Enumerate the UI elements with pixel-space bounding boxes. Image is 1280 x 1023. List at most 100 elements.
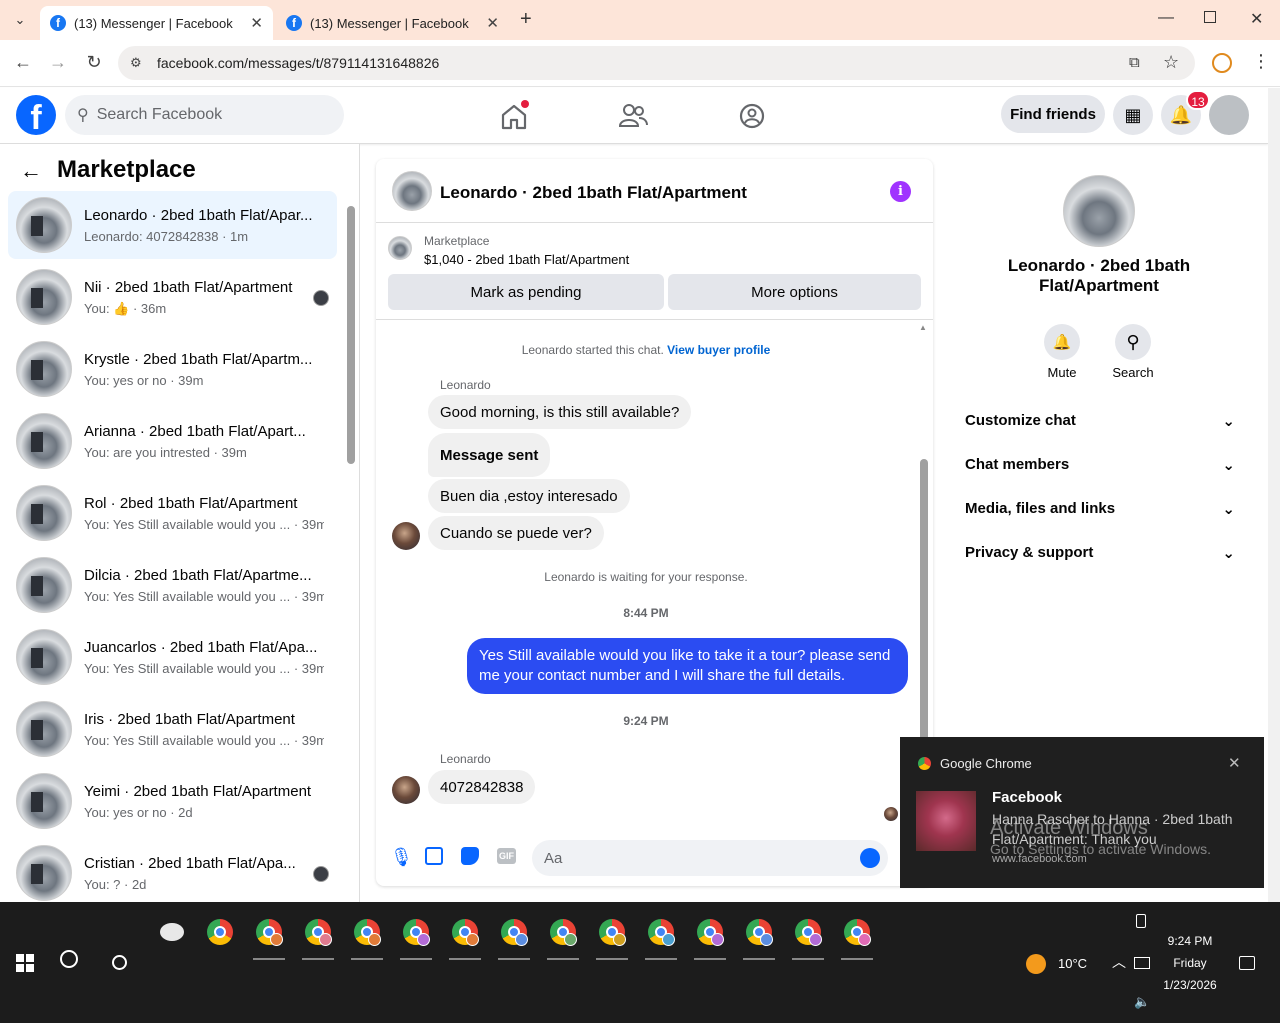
bookmark-star-icon[interactable]: ☆ bbox=[1163, 52, 1179, 73]
incoming-message[interactable]: Good morning, is this still available? bbox=[428, 395, 692, 429]
clock-date[interactable]: 1/23/2026 bbox=[1155, 978, 1225, 992]
chat-members-section[interactable]: Chat members ⌄ bbox=[965, 456, 1235, 474]
conversation-scrollbar[interactable] bbox=[346, 194, 355, 902]
incoming-message[interactable]: 4072842838 bbox=[428, 770, 536, 804]
conversation-item[interactable]: Leonardo · 2bed 1bath Flat/Apar... Leonar… bbox=[8, 191, 337, 259]
chrome-taskbar-icon[interactable] bbox=[347, 912, 387, 960]
weather-icon[interactable] bbox=[1026, 954, 1046, 974]
chrome-taskbar-icon[interactable] bbox=[739, 912, 779, 960]
address-bar[interactable]: ⚙ facebook.com/messages/t/87911413164882… bbox=[118, 46, 1195, 80]
scroll-up-icon[interactable]: ▲ bbox=[919, 323, 927, 332]
chrome-taskbar-icon[interactable] bbox=[788, 912, 828, 960]
browser-tab[interactable]: f (13) Messenger | Facebook ✕ bbox=[276, 6, 509, 40]
install-app-icon[interactable]: ⧉ bbox=[1129, 54, 1140, 71]
incoming-message[interactable]: Buen dia ,estoy interesado bbox=[428, 479, 630, 513]
chrome-taskbar-icon[interactable] bbox=[445, 912, 485, 960]
restore-window-icon[interactable] bbox=[1204, 11, 1216, 23]
listing-thumbnail[interactable] bbox=[388, 236, 412, 260]
clock-time[interactable]: 9:24 PM bbox=[1160, 934, 1220, 948]
weather-temperature[interactable]: 10°C bbox=[1058, 956, 1087, 971]
taskbar-search-icon[interactable] bbox=[60, 950, 78, 968]
incoming-message[interactable]: Message sent bbox=[428, 433, 551, 477]
action-center-icon[interactable] bbox=[1239, 956, 1255, 970]
show-hidden-icons[interactable]: ︿ bbox=[1112, 952, 1126, 972]
emoji-icon[interactable] bbox=[860, 848, 880, 868]
media-files-links-section[interactable]: Media, files and links ⌄ bbox=[965, 500, 1235, 518]
incoming-message[interactable]: Cuando se puede ver? bbox=[428, 516, 604, 550]
listing-title[interactable]: $1,040 - 2bed 1bath Flat/Apartment bbox=[424, 252, 629, 267]
notification-close-icon[interactable]: ✕ bbox=[1228, 754, 1241, 772]
conversation-item[interactable]: Arianna · 2bed 1bath Flat/Apart... You: a… bbox=[8, 407, 337, 475]
home-icon[interactable] bbox=[496, 98, 532, 134]
chrome-taskbar-icon[interactable] bbox=[396, 912, 436, 960]
conversation-item[interactable]: Juancarlos · 2bed 1bath Flat/Apa... You: … bbox=[8, 623, 337, 691]
browser-tab-active[interactable]: f (13) Messenger | Facebook ✕ bbox=[40, 6, 273, 40]
attach-photo-icon[interactable] bbox=[425, 847, 443, 865]
gif-icon[interactable]: GIF bbox=[497, 848, 516, 864]
chrome-taskbar-icon[interactable] bbox=[249, 912, 289, 960]
page-scrollbar[interactable] bbox=[1268, 88, 1280, 902]
network-icon[interactable] bbox=[1134, 957, 1150, 969]
groups-icon[interactable] bbox=[734, 98, 770, 134]
microphone-icon[interactable]: 🎙 bbox=[390, 847, 413, 868]
chrome-taskbar-icon[interactable] bbox=[494, 912, 534, 960]
view-buyer-profile-link[interactable]: View buyer profile bbox=[667, 343, 770, 357]
chat-title[interactable]: Leonardo · 2bed 1bath Flat/Apartment bbox=[440, 183, 747, 203]
close-tab-icon[interactable]: ✕ bbox=[486, 14, 499, 32]
chrome-taskbar-icon[interactable] bbox=[837, 912, 877, 960]
chrome-taskbar-icon[interactable] bbox=[543, 912, 583, 960]
info-icon[interactable]: i bbox=[890, 181, 911, 202]
close-window-icon[interactable]: ✕ bbox=[1250, 9, 1263, 29]
account-avatar[interactable] bbox=[1209, 95, 1249, 135]
clock-day[interactable]: Friday bbox=[1160, 956, 1220, 970]
conversation-item[interactable]: Dilcia · 2bed 1bath Flat/Apartme... You: … bbox=[8, 551, 337, 619]
site-info-icon[interactable]: ⚙ bbox=[130, 55, 142, 71]
close-tab-icon[interactable]: ✕ bbox=[250, 14, 263, 32]
outgoing-message[interactable]: Yes Still available would you like to ta… bbox=[467, 638, 908, 694]
volume-icon[interactable]: 🔈 bbox=[1134, 994, 1150, 1010]
chrome-notification[interactable]: Google Chrome ✕ Facebook Hanna Rascher t… bbox=[900, 737, 1264, 888]
conversation-item[interactable]: Krystle · 2bed 1bath Flat/Apartm... You: … bbox=[8, 335, 337, 403]
mute-bell-icon[interactable]: 🔔 bbox=[1044, 324, 1080, 360]
paint-app-icon[interactable] bbox=[152, 912, 192, 952]
conversation-item[interactable]: Yeimi · 2bed 1bath Flat/Apartment You: ye… bbox=[8, 767, 337, 835]
sticker-icon[interactable] bbox=[461, 847, 479, 865]
forward-icon[interactable]: → bbox=[47, 52, 69, 73]
reload-icon[interactable]: ↻ bbox=[83, 52, 105, 73]
chat-avatar[interactable] bbox=[392, 171, 432, 211]
conversation-item[interactable]: Cristian · 2bed 1bath Flat/Apa... You: ? … bbox=[8, 839, 337, 902]
windows-start-icon[interactable] bbox=[16, 954, 34, 972]
profile-icon[interactable] bbox=[1212, 53, 1232, 73]
conversation-item[interactable]: Nii · 2bed 1bath Flat/Apartment You: 👍 · … bbox=[8, 263, 337, 331]
chrome-taskbar-icon[interactable] bbox=[592, 912, 632, 960]
friends-icon[interactable] bbox=[615, 98, 651, 134]
scrollbar-thumb[interactable] bbox=[347, 206, 355, 464]
chrome-taskbar-icon[interactable] bbox=[641, 912, 681, 960]
tab-search-dropdown-icon[interactable]: ⌄ bbox=[10, 10, 30, 30]
chrome-taskbar-icon[interactable] bbox=[298, 912, 338, 960]
cortana-icon[interactable] bbox=[112, 955, 127, 970]
chrome-taskbar-icon[interactable] bbox=[690, 912, 730, 960]
sender-avatar[interactable] bbox=[392, 522, 420, 550]
facebook-search-input[interactable]: ⚲ Search Facebook bbox=[65, 95, 344, 135]
search-chat-icon[interactable]: ⚲ bbox=[1115, 324, 1151, 360]
find-friends-button[interactable]: Find friends bbox=[1001, 95, 1105, 133]
message-input[interactable]: Aa bbox=[532, 840, 888, 876]
facebook-logo-icon[interactable]: f bbox=[16, 95, 56, 137]
conversation-item[interactable]: Rol · 2bed 1bath Flat/Apartment You: Yes … bbox=[8, 479, 337, 547]
minimize-window-icon[interactable]: — bbox=[1158, 9, 1174, 27]
browser-menu-icon[interactable]: ⋮ bbox=[1252, 51, 1270, 72]
back-arrow-icon[interactable]: ← bbox=[20, 158, 42, 184]
back-icon[interactable]: ← bbox=[12, 52, 34, 73]
sender-avatar[interactable] bbox=[392, 776, 420, 804]
privacy-support-section[interactable]: Privacy & support ⌄ bbox=[965, 544, 1235, 562]
conversation-item[interactable]: Iris · 2bed 1bath Flat/Apartment You: Yes… bbox=[8, 695, 337, 763]
device-icon[interactable] bbox=[1136, 914, 1146, 928]
mark-as-pending-button[interactable]: Mark as pending bbox=[388, 274, 664, 310]
new-tab-icon[interactable]: + bbox=[520, 8, 532, 31]
contact-avatar[interactable] bbox=[1063, 175, 1135, 247]
chrome-taskbar-icon[interactable] bbox=[200, 912, 240, 952]
more-options-button[interactable]: More options bbox=[668, 274, 921, 310]
menu-grid-icon[interactable]: ▦ bbox=[1113, 95, 1153, 135]
customize-chat-section[interactable]: Customize chat ⌄ bbox=[965, 412, 1235, 430]
